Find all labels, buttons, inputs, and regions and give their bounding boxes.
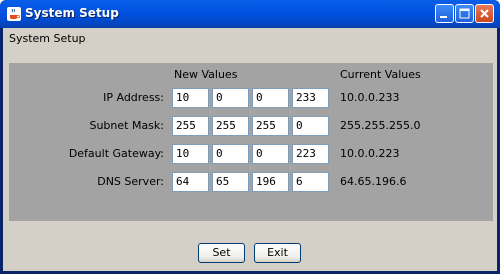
close-icon bbox=[476, 9, 493, 25]
subnet-mask-octet-1[interactable]: 255 bbox=[172, 116, 209, 136]
ip-address-label: IP Address: bbox=[103, 91, 164, 104]
minimize-button[interactable] bbox=[435, 4, 454, 23]
default-gateway-octet-1[interactable]: 10 bbox=[172, 144, 209, 164]
ip-address-octet-2[interactable]: 0 bbox=[212, 88, 249, 108]
dns-server-octet-3[interactable]: 196 bbox=[252, 172, 289, 192]
title-bar[interactable]: System Setup bbox=[0, 0, 500, 28]
default-gateway-current: 10.0.0.223 bbox=[340, 147, 400, 160]
set-button[interactable]: Set bbox=[198, 243, 245, 263]
minimize-icon bbox=[436, 12, 453, 25]
exit-button[interactable]: Exit bbox=[254, 243, 301, 263]
ip-address-octet-4[interactable]: 233 bbox=[292, 88, 329, 108]
new-values-header: New Values bbox=[174, 68, 238, 81]
current-values-header: Current Values bbox=[340, 68, 421, 81]
dns-server-octet-4[interactable]: 6 bbox=[292, 172, 329, 192]
subnet-mask-octet-4[interactable]: 0 bbox=[292, 116, 329, 136]
subnet-mask-octet-3[interactable]: 255 bbox=[252, 116, 289, 136]
subnet-mask-label: Subnet Mask: bbox=[89, 119, 164, 132]
page-heading: System Setup bbox=[9, 32, 86, 45]
app-window: System Setup System Setup New Values Cur… bbox=[0, 0, 500, 274]
ip-address-octet-3[interactable]: 0 bbox=[252, 88, 289, 108]
ip-address-octet-1[interactable]: 10 bbox=[172, 88, 209, 108]
subnet-mask-octet-2[interactable]: 255 bbox=[212, 116, 249, 136]
dns-server-current: 64.65.196.6 bbox=[340, 175, 407, 188]
maximize-icon bbox=[456, 8, 473, 25]
default-gateway-label: Default Gateway: bbox=[68, 147, 164, 160]
maximize-button[interactable] bbox=[455, 4, 474, 23]
default-gateway-octet-4[interactable]: 223 bbox=[292, 144, 329, 164]
settings-panel: New Values Current Values IP Address: 10… bbox=[9, 63, 493, 221]
subnet-mask-current: 255.255.255.0 bbox=[340, 119, 421, 132]
close-button[interactable] bbox=[475, 4, 494, 23]
ip-address-current: 10.0.0.233 bbox=[340, 91, 400, 104]
window-title: System Setup bbox=[25, 6, 119, 20]
dns-server-octet-1[interactable]: 64 bbox=[172, 172, 209, 192]
dns-server-octet-2[interactable]: 65 bbox=[212, 172, 249, 192]
java-cup-icon bbox=[6, 6, 22, 22]
window-content: System Setup New Values Current Values I… bbox=[3, 28, 497, 271]
default-gateway-octet-3[interactable]: 0 bbox=[252, 144, 289, 164]
default-gateway-octet-2[interactable]: 0 bbox=[212, 144, 249, 164]
dns-server-label: DNS Server: bbox=[97, 175, 164, 188]
